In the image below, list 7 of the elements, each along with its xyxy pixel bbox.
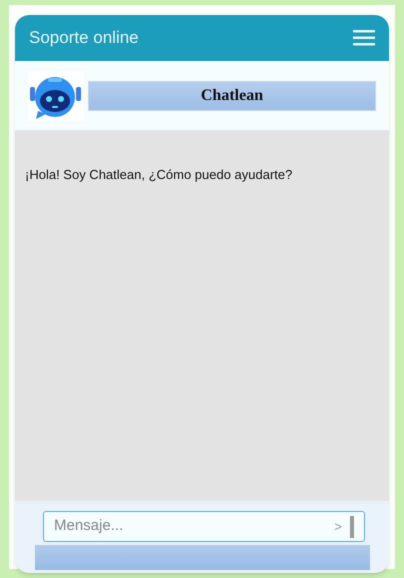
send-button[interactable]: > <box>334 516 342 536</box>
header-title: Soporte online <box>29 27 139 50</box>
menu-icon[interactable] <box>353 30 375 46</box>
bot-message: ¡Hola! Soy Chatlean, ¿Cómo puedo ayudarte? <box>25 166 294 184</box>
robot-avatar-icon <box>28 70 84 120</box>
message-input[interactable]: Mensaje... > <box>43 511 365 542</box>
bot-name: Chatlean <box>88 80 376 110</box>
